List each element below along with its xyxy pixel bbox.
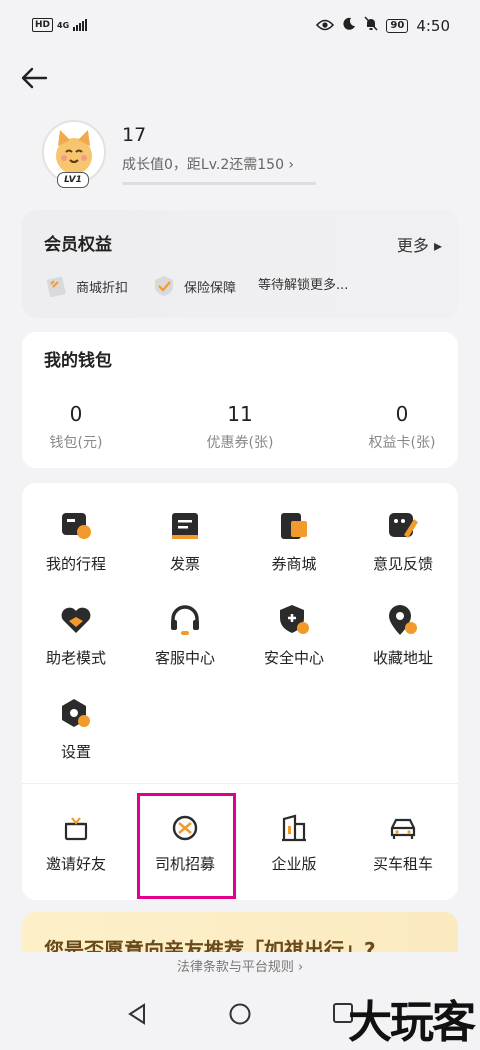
services-card: 我的行程 发票 券商城 意见反馈 助老模式 客服中心 安全中心 收藏地址 设置 … — [22, 483, 458, 900]
eye-icon — [316, 17, 335, 35]
hd-indicator: HD — [32, 18, 54, 32]
back-button[interactable] — [18, 62, 50, 94]
coupon-bag-icon — [281, 513, 307, 539]
banner-text: 您是否愿意向亲友推荐「如祺出行」? — [44, 938, 376, 952]
wallet-balance-value: 0 — [69, 402, 83, 426]
wallet-coupons[interactable]: 11 优惠券(张) — [190, 402, 290, 452]
feedback-icon — [389, 513, 418, 538]
signal-icon — [73, 19, 88, 31]
wallet-card: 我的钱包 0 钱包(元) 11 优惠券(张) 0 权益卡(张) — [22, 332, 458, 468]
recommend-survey-banner[interactable]: 您是否愿意向亲友推荐「如祺出行」? — [22, 912, 458, 952]
battery-icon: 90 — [386, 18, 409, 33]
service-elder-mode[interactable]: 助老模式 — [26, 603, 126, 668]
member-benefits-card[interactable]: 会员权益 更多 ▸ 商城折扣 保险保障 等待解锁更多... — [22, 210, 458, 318]
nav-back-icon[interactable] — [126, 1002, 148, 1026]
nav-home-icon[interactable] — [228, 1002, 252, 1026]
wallet-coupons-value: 11 — [227, 402, 253, 426]
service-label: 意见反馈 — [372, 555, 433, 573]
discount-tag-icon — [46, 276, 66, 298]
mute-bell-icon — [364, 16, 378, 35]
service-label: 发票 — [169, 555, 200, 573]
service-invite-friends[interactable]: 邀请好友 — [26, 813, 126, 874]
trips-icon — [62, 513, 91, 539]
service-label: 设置 — [60, 743, 91, 761]
perk-label: 保险保障 — [184, 280, 237, 296]
wallet-coupons-label: 优惠券(张) — [206, 435, 274, 451]
highlight-box — [137, 793, 236, 899]
wallet-cards[interactable]: 0 权益卡(张) — [362, 402, 442, 452]
service-settings[interactable]: 设置 — [26, 697, 126, 762]
status-bar: HD 4G 90 4:50 — [0, 0, 480, 54]
service-safety-center[interactable]: 安全中心 — [244, 603, 344, 668]
service-label: 券商城 — [271, 555, 317, 573]
network-label: 4G — [57, 20, 70, 30]
wallet-balance-label: 钱包(元) — [49, 435, 103, 451]
arrow-left-icon — [21, 67, 48, 89]
watermark-logo: 大玩客 — [348, 997, 476, 1048]
section-divider — [22, 783, 458, 784]
gear-icon — [62, 699, 90, 727]
service-label: 客服中心 — [154, 649, 215, 667]
shield-check-icon — [155, 276, 173, 296]
location-pin-icon — [389, 605, 417, 635]
moon-icon — [342, 17, 356, 35]
service-label: 我的行程 — [45, 555, 106, 573]
perk-mall-discount[interactable]: 商城折扣 — [44, 274, 128, 298]
perk-insurance[interactable]: 保险保障 — [152, 274, 236, 298]
service-buy-rent-car[interactable]: 买车租车 — [353, 813, 453, 874]
wallet-cards-label: 权益卡(张) — [368, 435, 436, 451]
growth-link[interactable]: 成长值0，距Lv.2还需150 › — [122, 154, 294, 174]
legal-terms-link[interactable]: 法律条款与平台规则 › — [0, 952, 480, 988]
level-badge: LV1 — [57, 172, 89, 188]
wallet-balance[interactable]: 0 钱包(元) — [44, 402, 108, 452]
perk-label: 等待解锁更多... — [258, 278, 349, 293]
service-label: 收藏地址 — [372, 649, 433, 667]
wallet-cards-value: 0 — [395, 402, 409, 426]
wallet-title: 我的钱包 — [44, 351, 112, 371]
username: 17 — [122, 124, 147, 146]
invoice-icon — [172, 513, 198, 539]
car-icon — [390, 818, 416, 839]
service-label: 邀请好友 — [45, 855, 106, 873]
perk-locked-more: 等待解锁更多... — [258, 274, 348, 293]
service-my-trips[interactable]: 我的行程 — [26, 509, 126, 574]
profile-header: LV1 17 成长值0，距Lv.2还需150 › — [42, 120, 462, 190]
service-enterprise[interactable]: 企业版 — [244, 813, 344, 874]
service-label: 安全中心 — [263, 649, 324, 667]
service-invoice[interactable]: 发票 — [135, 509, 235, 574]
service-label: 助老模式 — [45, 649, 106, 667]
shield-plus-icon — [280, 605, 309, 634]
member-title: 会员权益 — [44, 235, 112, 255]
clock: 4:50 — [416, 16, 450, 35]
gift-icon — [64, 817, 88, 841]
perk-label: 商城折扣 — [76, 280, 129, 296]
headset-icon — [171, 605, 199, 635]
heart-hand-icon — [61, 607, 91, 633]
service-label: 企业版 — [271, 855, 317, 873]
building-icon — [282, 814, 306, 842]
service-feedback[interactable]: 意见反馈 — [353, 509, 453, 574]
growth-progress-bar — [122, 182, 316, 185]
more-button[interactable]: 更多 ▸ — [397, 232, 442, 256]
service-saved-addresses[interactable]: 收藏地址 — [353, 603, 453, 668]
service-customer-service[interactable]: 客服中心 — [135, 603, 235, 668]
service-coupon-mall[interactable]: 券商城 — [244, 509, 344, 574]
service-label: 买车租车 — [372, 855, 433, 873]
